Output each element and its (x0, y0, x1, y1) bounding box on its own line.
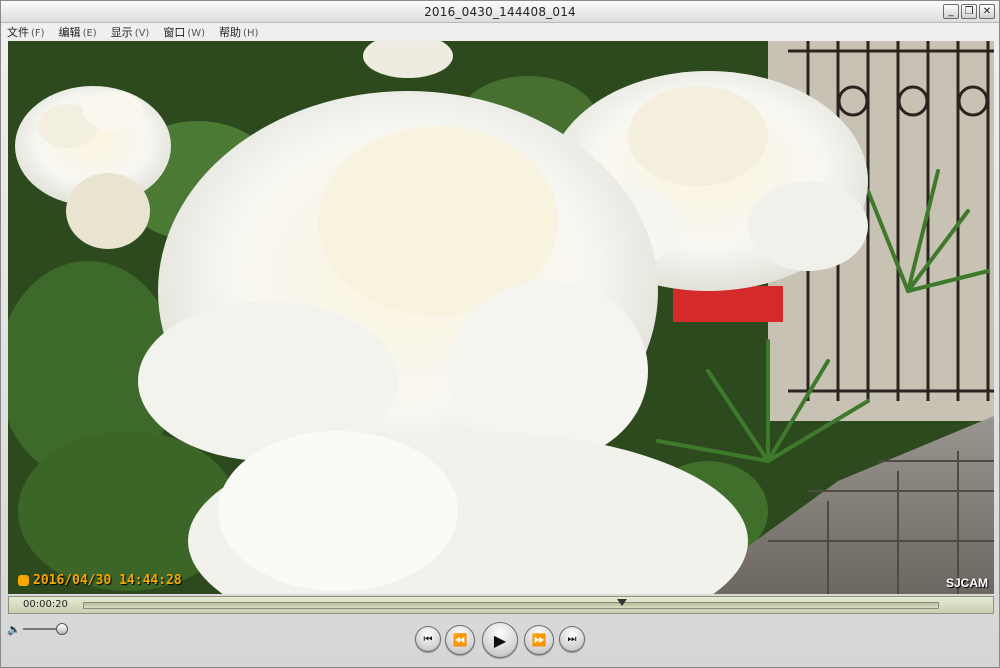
skip-back-icon: ⏮ (423, 633, 433, 645)
menu-file[interactable]: 文件 (F) (7, 24, 45, 40)
skip-forward-icon: ⏭ (567, 633, 577, 645)
window-controls: _ ❐ ✕ (943, 4, 995, 19)
restore-button[interactable]: ❐ (961, 4, 977, 19)
volume-knob[interactable] (56, 623, 68, 635)
player-window: 2016_0430_144408_014 _ ❐ ✕ 文件 (F) 编辑 (E) 显… (0, 0, 1000, 668)
fast-forward-button[interactable]: ⏩ (524, 625, 554, 655)
seek-track[interactable] (83, 602, 939, 609)
video-image (8, 41, 994, 594)
volume-icon[interactable]: 🔈 (7, 623, 21, 636)
title-bar[interactable]: 2016_0430_144408_014 _ ❐ ✕ (1, 1, 999, 23)
video-frame[interactable]: 2016/04/30 14:44:28 SJCAM (8, 41, 994, 594)
seek-bar[interactable]: 00:00:20 (8, 596, 994, 614)
playback-controls: 🔈 ⏮ ⏪ ▶ ⏩ ⏭ (1, 615, 999, 668)
window-title: 2016_0430_144408_014 (424, 5, 576, 19)
skip-forward-button[interactable]: ⏭ (559, 626, 585, 652)
play-icon: ▶ (493, 630, 507, 650)
menu-bar: 文件 (F) 编辑 (E) 显示 (V) 窗口 (W) 帮助 (H) (1, 23, 999, 41)
play-button[interactable]: ▶ (482, 622, 518, 658)
menu-window[interactable]: 窗口 (W) (163, 24, 205, 40)
fast-forward-icon: ⏩ (531, 633, 547, 647)
close-button[interactable]: ✕ (979, 4, 995, 19)
menu-help[interactable]: 帮助 (H) (219, 24, 258, 40)
skip-back-button[interactable]: ⏮ (415, 626, 441, 652)
camera-watermark: SJCAM (945, 576, 988, 590)
seek-thumb[interactable] (617, 599, 628, 606)
hand-icon (18, 575, 29, 586)
recording-timestamp: 2016/04/30 14:44:28 (18, 573, 182, 588)
rewind-button[interactable]: ⏪ (445, 625, 475, 655)
menu-edit[interactable]: 编辑 (E) (59, 24, 97, 40)
rewind-icon: ⏪ (452, 633, 468, 647)
minimize-button[interactable]: _ (943, 4, 959, 19)
elapsed-time: 00:00:20 (23, 599, 68, 610)
menu-view[interactable]: 显示 (V) (111, 24, 150, 40)
